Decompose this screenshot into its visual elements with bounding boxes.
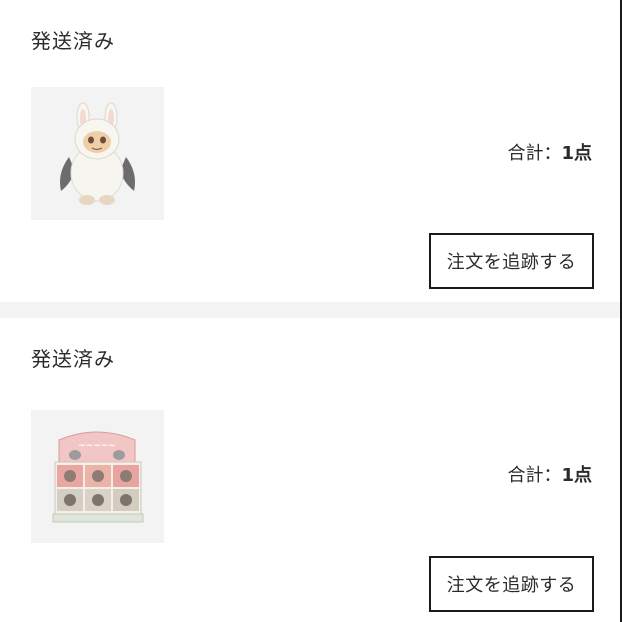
svg-text:~~~~~: ~~~~~ xyxy=(78,441,116,451)
order-card: 発送済み 合計：1点 注文を追跡する xyxy=(0,0,620,302)
total-label: 合計： xyxy=(507,143,562,164)
track-order-button[interactable]: 注文を追跡する xyxy=(429,233,594,289)
order-status: 発送済み xyxy=(31,347,115,371)
order-divider xyxy=(0,302,620,318)
product-thumbnail[interactable] xyxy=(31,87,164,220)
white-bunny-figure-image xyxy=(31,87,164,220)
total-count: 1点 xyxy=(561,465,592,486)
order-status: 発送済み xyxy=(31,29,115,53)
total-label: 合計： xyxy=(507,465,562,486)
total-count: 1点 xyxy=(561,143,592,164)
order-total: 合計：1点 xyxy=(507,142,592,166)
blind-box-display-set-image: ~~~~~ xyxy=(31,410,164,543)
order-card: 発送済み ~~~~~ 合計：1点 注文を追跡する xyxy=(0,318,620,622)
track-order-button[interactable]: 注文を追跡する xyxy=(429,556,594,612)
order-list: 発送済み 合計：1点 注文を追跡する 発送済み ~~~~~ 合計：1点 注文を追… xyxy=(0,0,622,622)
product-thumbnail[interactable]: ~~~~~ xyxy=(31,410,164,543)
order-total: 合計：1点 xyxy=(507,464,592,488)
